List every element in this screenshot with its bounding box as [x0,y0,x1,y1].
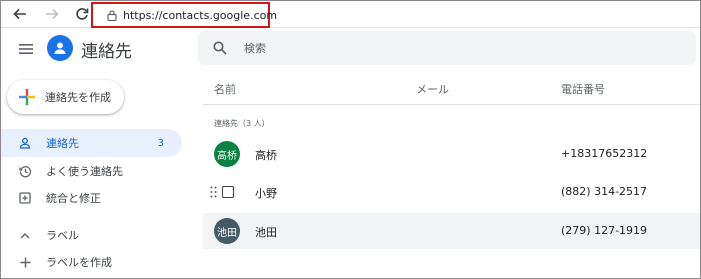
url-bar[interactable]: https://contacts.google.com [91,2,277,28]
lock-icon [107,9,117,21]
sidebar-item-label: ラベル [46,229,79,242]
header-divider [203,104,700,105]
back-arrow-icon[interactable] [9,4,31,24]
sidebar-item-label: 統合と修正 [46,192,101,205]
sidebar-item-label: 連絡先 [46,137,79,150]
sidebar-item-labels[interactable]: ラベル [1,221,182,249]
chevron-up-icon [18,228,32,242]
person-icon [18,136,32,150]
url-text: https://contacts.google.com [123,8,278,22]
contact-count-badge: 3 [157,137,164,149]
sidebar-item-label: よく使う連絡先 [46,165,123,178]
table-row[interactable]: 高桥 高桥 +18317652312 [203,136,700,172]
contact-phone: (882) 314-2517 [561,185,648,198]
search-bar[interactable] [198,31,696,65]
merge-icon [18,191,32,205]
reload-icon[interactable] [71,4,93,24]
column-header-phone[interactable]: 電話番号 [561,81,605,97]
plus-icon [18,255,32,269]
column-header-name[interactable]: 名前 [214,81,236,97]
avatar: 池田 [214,218,240,244]
table-row[interactable]: 小野 (882) 314-2517 [203,174,700,210]
contact-phone: +18317652312 [561,147,648,160]
section-label: 連絡先（3 人） [214,119,270,128]
forward-arrow-icon[interactable] [41,4,63,24]
sidebar-item-contacts[interactable]: 連絡先 3 [1,129,182,157]
contact-phone: (279) 127-1919 [561,224,648,237]
contact-name: 小野 [255,187,277,200]
table-row[interactable]: 池田 池田 (279) 127-1919 [203,213,700,249]
sidebar-item-label: ラベルを作成 [46,256,112,269]
plus-colored-icon [19,89,35,105]
avatar: 高桥 [214,141,240,167]
menu-icon[interactable] [15,38,37,60]
contact-name: 高桥 [255,149,277,162]
history-icon [18,164,32,178]
search-icon[interactable] [210,38,230,58]
sidebar-item-frequent[interactable]: よく使う連絡先 [1,157,182,185]
contact-name: 池田 [255,226,277,239]
row-checkbox[interactable] [222,186,234,198]
create-contact-label: 連絡先を作成 [45,91,111,104]
app-title: 連絡先 [81,42,132,62]
search-input[interactable] [242,40,646,56]
sidebar-item-create-label[interactable]: ラベルを作成 [1,248,182,276]
drag-handle-icon[interactable] [210,186,218,198]
column-header-email[interactable]: メール [416,81,449,97]
contacts-logo-icon [47,35,73,61]
create-contact-button[interactable]: 連絡先を作成 [7,80,124,114]
sidebar-item-merge[interactable]: 統合と修正 [1,184,182,212]
